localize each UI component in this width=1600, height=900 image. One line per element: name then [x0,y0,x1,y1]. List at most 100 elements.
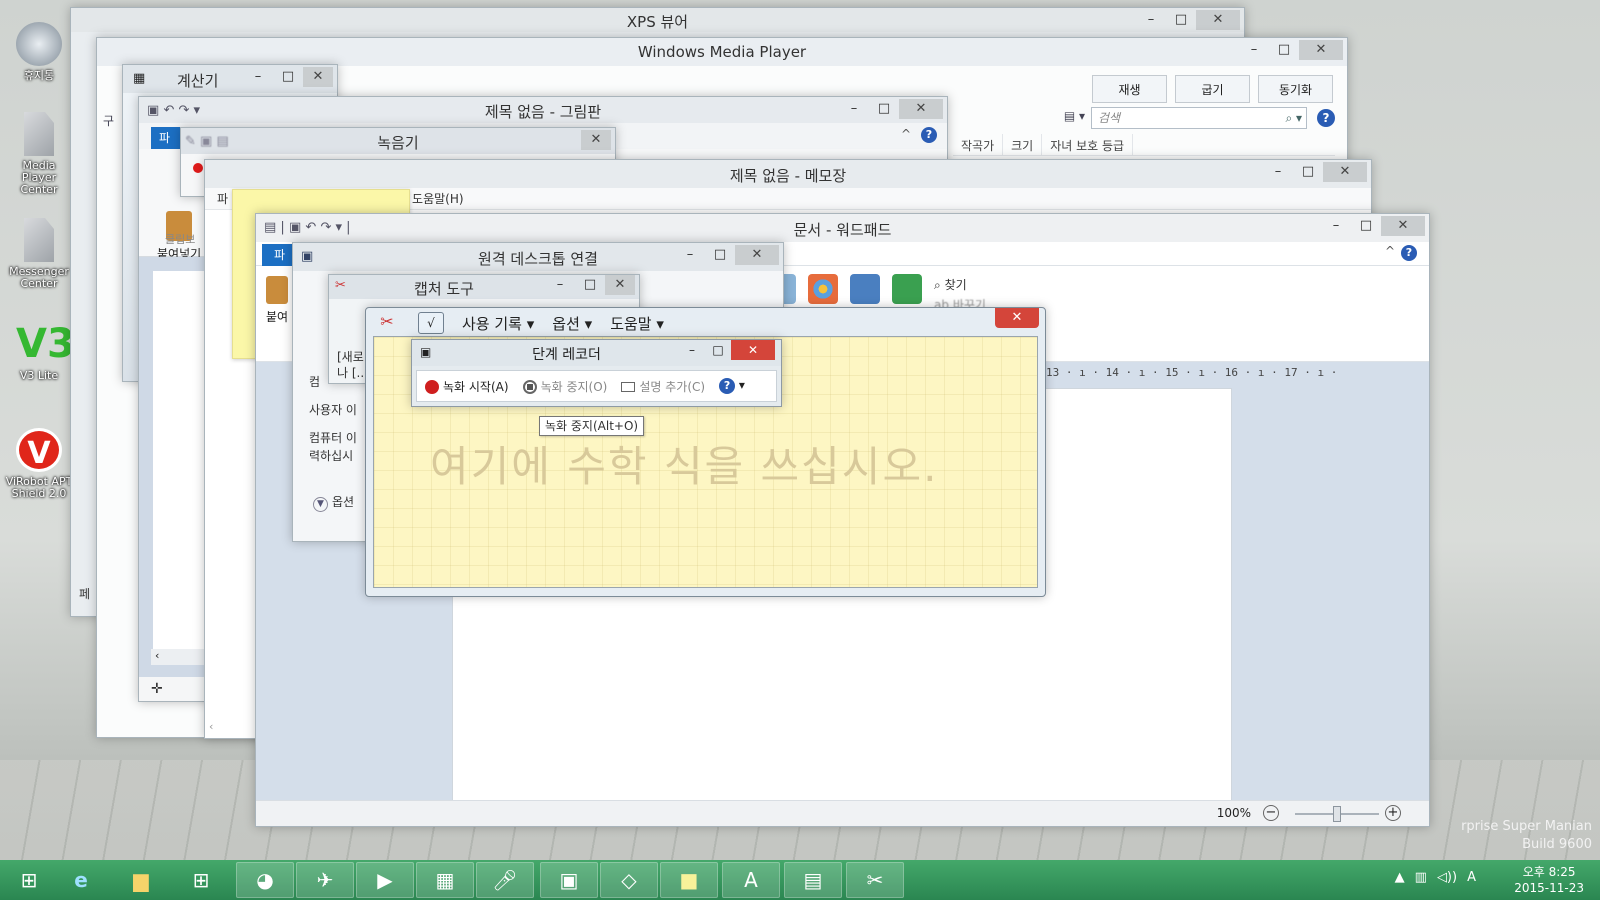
chevron-up-icon[interactable]: ^ [901,127,911,141]
minimize-button[interactable]: – [1321,216,1351,236]
tab-burn[interactable]: 굽기 [1175,75,1250,103]
minimize-button[interactable]: – [1136,10,1166,30]
start-record-button[interactable]: 녹화 시작(A) [425,378,509,395]
add-comment-button[interactable]: 설명 추가(C) [621,378,705,395]
volume-icon[interactable]: ◁)) [1437,870,1457,885]
maximize-button[interactable]: □ [575,275,605,295]
menu-help[interactable]: 도움말(H) [412,188,464,209]
close-button[interactable]: ✕ [1381,216,1425,236]
maximize-button[interactable]: □ [1351,216,1381,236]
minimize-button[interactable]: – [545,275,575,295]
ime-indicator[interactable]: A [1467,870,1476,885]
taskbar-math-input[interactable]: ◇ [600,862,658,898]
date-time-icon[interactable] [850,274,880,304]
close-button[interactable]: ✕ [1299,40,1343,60]
minimize-button[interactable]: – [1263,162,1293,182]
taskbar-calculator[interactable]: ▦ [416,862,474,898]
maximize-button[interactable]: □ [273,67,303,87]
title-bar[interactable]: ▣ 원격 데스크톱 연결 – □ ✕ [293,243,783,271]
taskbar-xps-viewer[interactable]: ✈ [296,862,354,898]
close-button[interactable]: ✕ [1323,162,1367,182]
chevron-up-icon[interactable]: ^ [1385,244,1395,258]
taskbar-steps-recorder[interactable]: ▣ [540,862,598,898]
taskbar-store[interactable]: ⊞ [172,862,230,898]
paint-drawing-icon[interactable] [808,274,838,304]
taskbar-internet-explorer[interactable]: e [52,862,110,898]
search-input[interactable]: 검색 ⌕ ▾ [1091,107,1307,129]
help-icon[interactable]: ? [1401,245,1417,261]
view-options-button[interactable]: ▤ ▾ [1064,109,1085,123]
insert-object-icon[interactable] [892,274,922,304]
clock[interactable]: 오후 8:25 2015-11-23 [1514,864,1584,896]
title-bar[interactable]: ✎ ▣ ▤ 녹음기 ✕ [181,128,615,154]
title-bar[interactable]: 제목 없음 - 메모장 – □ ✕ [205,160,1371,188]
help-icon[interactable]: ? [1317,109,1335,127]
title-bar[interactable]: ✂ 캡처 도구 – □ ✕ [329,275,639,299]
close-button[interactable]: ✕ [995,308,1039,328]
help-text-line2: 력하십시 [309,449,354,463]
close-button[interactable]: ✕ [731,340,775,360]
show-options-button[interactable]: ▼ 옵션 [313,493,354,512]
paste-button[interactable]: 붙여 [266,276,288,325]
zoom-slider[interactable] [1295,806,1379,822]
title-bar[interactable]: ▣ ↶ ↷ ▾ 제목 없음 - 그림판 – □ ✕ [139,97,947,123]
taskbar-file-explorer[interactable]: ▆ [112,862,170,898]
network-icon[interactable]: ▥ [1415,870,1427,885]
chevron-down-icon: ▼ [313,497,328,512]
help-icon[interactable]: ? [921,127,937,143]
close-button[interactable]: ✕ [605,275,635,295]
taskbar-remote-desktop[interactable]: ▤ [784,862,842,898]
help-dropdown[interactable]: ? ▾ [719,378,745,394]
column-size[interactable]: 크기 [1003,134,1043,155]
menu-file[interactable]: 파 [217,188,228,209]
tab-sync[interactable]: 동기화 [1258,75,1333,103]
find-button[interactable]: ⌕ 찾기 [934,276,967,293]
close-button[interactable]: ✕ [303,67,333,87]
minimize-button[interactable]: – [1239,40,1269,60]
maximize-button[interactable]: □ [1269,40,1299,60]
desktop-icon-recycle-bin[interactable]: 휴지통 [4,12,74,82]
maximize-button[interactable]: □ [1293,162,1323,182]
title-bar[interactable]: ▣ 단계 레코더 – □ ✕ [412,340,781,366]
title-bar[interactable]: XPS 뷰어 – □ ✕ [71,8,1244,32]
search-icon[interactable]: ⌕ ▾ [1285,108,1302,128]
title-bar[interactable]: Windows Media Player – □ ✕ [97,38,1347,66]
column-composer[interactable]: 작곡가 [953,134,1004,155]
zoom-slider-thumb[interactable] [1333,806,1341,822]
show-hidden-icons-button[interactable]: ▲ [1395,870,1405,885]
start-button[interactable]: ⊞ [0,862,58,898]
menu-history[interactable]: 사용 기록 ▾ [462,313,534,334]
minimize-button[interactable]: – [679,343,705,357]
taskbar-media-player[interactable]: ▶ [356,862,414,898]
desktop-icon-messenger-center[interactable]: Messenger Center [4,218,74,290]
taskbar-wordpad[interactable]: A [722,862,780,898]
taskbar-sticky-notes[interactable]: ■ [660,862,718,898]
close-button[interactable]: ✕ [1196,10,1240,30]
stop-record-button[interactable]: 녹화 중지(O) [522,378,607,395]
minimize-button[interactable]: – [839,99,869,119]
close-button[interactable]: ✕ [899,99,943,119]
maximize-button[interactable]: □ [1166,10,1196,30]
minimize-button[interactable]: – [243,67,273,87]
tab-play[interactable]: 재생 [1092,75,1167,103]
title-bar[interactable]: ▦ 계산기 – □ ✕ [123,65,337,93]
maximize-button[interactable]: □ [705,343,731,357]
desktop-icon-virobot[interactable]: V ViRobot APT Shield 2.0 [4,428,74,500]
taskbar-paint[interactable]: ◕ [236,862,294,898]
maximize-button[interactable]: □ [869,99,899,119]
menu-options[interactable]: 옵션 ▾ [552,313,592,334]
close-button[interactable]: ✕ [735,245,779,265]
title-bar[interactable]: ▤ | ▣ ↶ ↷ ▾ | 문서 - 워드패드 – □ ✕ [256,214,1429,242]
zoom-in-button[interactable]: + [1385,805,1401,821]
taskbar-sound-recorder[interactable]: 🎤︎ [476,862,534,898]
maximize-button[interactable]: □ [705,245,735,265]
zoom-out-button[interactable]: − [1263,805,1279,821]
menu-help[interactable]: 도움말 ▾ [610,313,664,334]
taskbar-snipping-tool[interactable]: ✂ [846,862,904,898]
close-button[interactable]: ✕ [581,130,611,150]
record-icon[interactable] [193,163,203,173]
desktop-icon-v3-lite[interactable]: V3 V3 Lite [4,322,75,382]
minimize-button[interactable]: – [675,245,705,265]
desktop-icon-media-player-center[interactable]: Media Player Center [4,112,74,196]
column-parental-rating[interactable]: 자녀 보호 등급 [1042,134,1134,155]
